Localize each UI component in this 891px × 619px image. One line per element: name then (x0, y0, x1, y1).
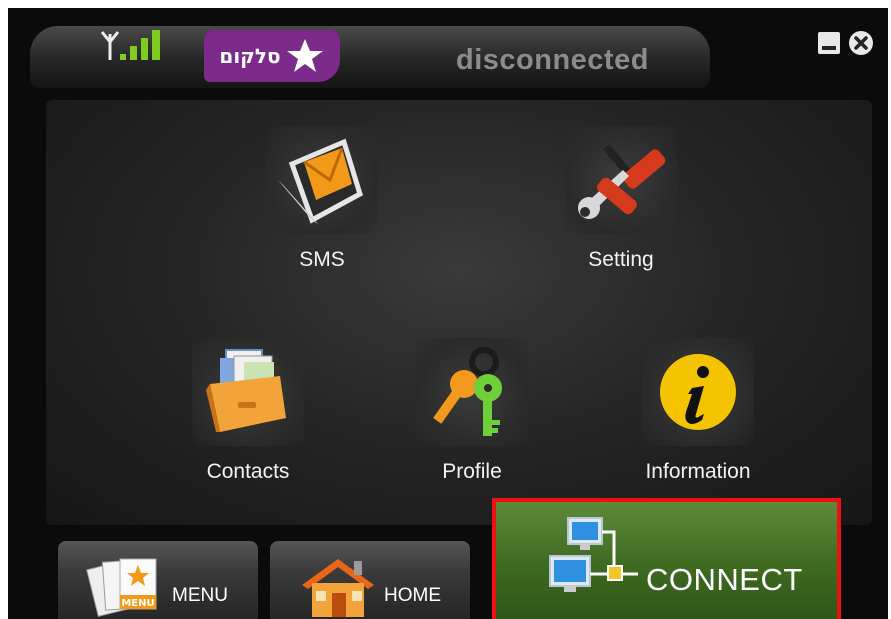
connection-status: disconnected (456, 44, 649, 76)
menu-badge-text: MENU (121, 598, 154, 609)
menu-label: MENU (172, 585, 228, 606)
contacts-label: Contacts (206, 460, 290, 483)
house-icon (302, 559, 374, 617)
information-label: Information (645, 460, 751, 483)
close-button[interactable] (848, 30, 874, 56)
network-computers-icon (549, 517, 638, 592)
contacts-tile[interactable]: Contacts (192, 338, 304, 484)
home-button[interactable]: HOME (270, 541, 470, 619)
menu-button[interactable]: MENU MENU (58, 541, 258, 619)
minimize-icon (818, 32, 840, 54)
close-icon (849, 31, 873, 55)
connect-label: CONNECT (646, 562, 803, 597)
envelope-folder-icon (278, 138, 363, 224)
menu-cards-icon: MENU (86, 558, 157, 618)
cellcom-logo: סלקום (204, 30, 340, 82)
setting-label: Setting (588, 248, 654, 271)
information-icon-box (642, 338, 754, 446)
home-label: HOME (384, 585, 441, 606)
signal-strength-icon (100, 30, 160, 60)
sms-label: SMS (299, 248, 345, 271)
app-window: סלקום disconnected SMS Setting Contacts … (8, 8, 888, 619)
info-icon (660, 354, 736, 430)
profile-tile[interactable]: Profile (416, 338, 528, 484)
minimize-button[interactable] (816, 30, 842, 56)
star-icon (286, 39, 323, 72)
profile-label: Profile (442, 460, 502, 483)
setting-icon-box (565, 126, 677, 234)
contacts-icon-box (192, 338, 304, 446)
setting-tile[interactable]: Setting (565, 126, 677, 272)
profile-icon-box (416, 338, 528, 446)
card-box-icon (206, 349, 286, 432)
tools-icon (578, 144, 666, 219)
keys-icon (433, 347, 502, 436)
information-tile[interactable]: Information (642, 338, 754, 484)
sms-tile[interactable]: SMS (266, 126, 378, 272)
connect-button[interactable]: CONNECT (492, 498, 841, 619)
sms-icon-box (266, 126, 378, 234)
brand-text: סלקום (219, 44, 281, 68)
